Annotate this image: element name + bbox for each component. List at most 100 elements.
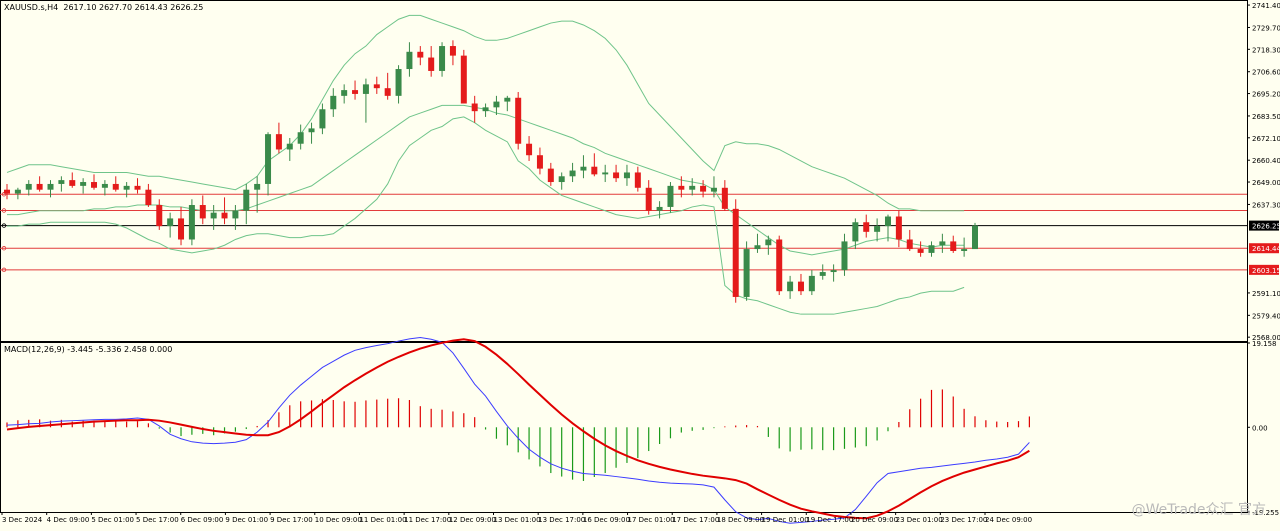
main-plot-frame (0, 0, 1248, 342)
macd-axis-label-0: 19.158 (1252, 340, 1277, 348)
price-tag-label-12: 2603.15 (1252, 267, 1280, 275)
candle-body-23 (254, 183, 261, 190)
candle-body-25 (275, 134, 282, 150)
price-axis-label-6: 2672.10 (1252, 135, 1280, 143)
candle-body-89 (972, 225, 978, 250)
watermark: @WeTrade众汇 官方 (1131, 502, 1266, 518)
candle-body-37 (406, 51, 413, 70)
candle-body-36 (395, 69, 402, 96)
candle-body-40 (439, 46, 446, 71)
time-label-3: 5 Dec 17:00 (136, 516, 179, 524)
candle-body-75 (819, 272, 826, 276)
high-value: 2627.70 (99, 3, 133, 12)
candle-body-63 (689, 185, 696, 190)
candle-body-87 (950, 241, 957, 251)
candle-body-51 (558, 176, 565, 183)
candle-body-82 (895, 216, 902, 240)
candle-body-50 (547, 168, 554, 183)
price-chart: 2741.40 2729.70 2718.30 2706.60 2695.20 2683.… (0, 0, 1280, 524)
time-label-17: 19 Dec 01:00 (762, 516, 809, 524)
candle-body-71 (776, 239, 783, 292)
price-axis-label-4: 2695.20 (1252, 91, 1280, 99)
price-axis-label-2: 2718.30 (1252, 46, 1280, 54)
candle-body-88 (961, 249, 968, 251)
price-tag-label-11: 2614.44 (1252, 245, 1280, 253)
macd-header: MACD(12,26,9) -3.445 -5.336 2.458 0.000 (4, 345, 173, 354)
candle-body-57 (623, 172, 630, 179)
candle-body-9 (101, 183, 108, 188)
chart-symbol-header: XAUUSD.s,H4 2617.10 2627.70 2614.43 2626… (4, 3, 203, 12)
candle-body-4 (47, 183, 54, 190)
low-value: 2614.43 (134, 3, 168, 12)
price-axis-label-3: 2706.60 (1252, 69, 1280, 77)
candle-body-44 (482, 107, 489, 112)
candle-body-41 (449, 46, 456, 56)
price-axis-label-0: 2741.40 (1252, 2, 1280, 10)
bollinger-middle (7, 104, 965, 256)
candle-body-52 (569, 170, 576, 177)
candle-body-26 (286, 143, 293, 150)
time-label-14: 17 Dec 01:00 (628, 516, 675, 524)
candle-body-72 (787, 281, 794, 292)
candle-body-60 (656, 206, 663, 211)
price-axis-label-7: 2660.40 (1252, 157, 1280, 165)
macd-plot-frame (0, 342, 1248, 513)
candle-body-81 (884, 216, 891, 227)
macd-axis-label-1: 0.00 (1252, 424, 1268, 432)
candle-body-67 (732, 208, 739, 297)
price-axis-label-9: 2637.30 (1252, 201, 1280, 209)
candle-body-0 (4, 189, 10, 194)
candle-body-22 (243, 189, 250, 211)
candle-body-86 (939, 241, 946, 246)
time-label-15: 17 Dec 17:00 (672, 516, 719, 524)
candle-body-24 (265, 134, 272, 184)
candle-body-34 (373, 84, 380, 89)
candle-body-13 (145, 189, 152, 206)
candle-body-3 (36, 183, 43, 190)
chart-root: 2741.40 2729.70 2718.30 2706.60 2695.20 2683.… (0, 0, 1280, 527)
candle-body-43 (471, 103, 478, 112)
time-label-6: 9 Dec 17:00 (270, 516, 313, 524)
candle-body-68 (743, 249, 750, 297)
candle-body-31 (341, 90, 348, 96)
candle-body-16 (178, 218, 185, 240)
candle-body-69 (754, 245, 761, 250)
candle-body-77 (841, 241, 848, 271)
time-label-5: 9 Dec 01:00 (225, 516, 268, 524)
time-label-0: 3 Dec 2024 (2, 516, 43, 524)
candle-body-14 (156, 205, 163, 227)
candle-body-18 (199, 205, 206, 219)
candle-body-5 (58, 180, 65, 184)
candle-body-55 (602, 172, 609, 175)
price-tag-label-10: 2626.25 (1252, 223, 1280, 231)
candle-body-85 (928, 245, 935, 253)
time-label-7: 10 Dec 09:00 (315, 516, 362, 524)
candle-body-29 (319, 109, 326, 129)
candle-body-17 (188, 205, 195, 240)
candle-body-46 (504, 97, 511, 102)
candle-body-66 (721, 187, 728, 209)
price-axis-label-1: 2729.70 (1252, 24, 1280, 32)
time-label-12: 13 Dec 17:00 (538, 516, 585, 524)
candle-body-61 (667, 185, 674, 207)
candle-body-56 (613, 172, 620, 179)
candle-body-83 (906, 239, 913, 250)
time-label-18: 19 Dec 17:00 (806, 516, 853, 524)
time-label-11: 13 Dec 01:00 (494, 516, 541, 524)
candle-body-1 (14, 189, 21, 194)
open-value: 2617.10 (63, 3, 97, 12)
candle-body-76 (830, 270, 837, 273)
candle-body-6 (69, 180, 76, 186)
time-label-4: 6 Dec 09:00 (181, 516, 224, 524)
close-value: 2626.25 (170, 3, 204, 12)
candle-body-42 (460, 55, 467, 104)
candle-body-38 (417, 51, 424, 58)
candle-body-19 (210, 212, 217, 219)
candle-body-48 (526, 143, 533, 156)
candle-body-27 (297, 132, 304, 144)
candle-body-33 (362, 84, 369, 94)
candle-body-39 (428, 57, 435, 71)
candle-body-79 (863, 222, 870, 232)
candle-body-7 (80, 182, 87, 186)
candle-body-78 (852, 222, 859, 242)
